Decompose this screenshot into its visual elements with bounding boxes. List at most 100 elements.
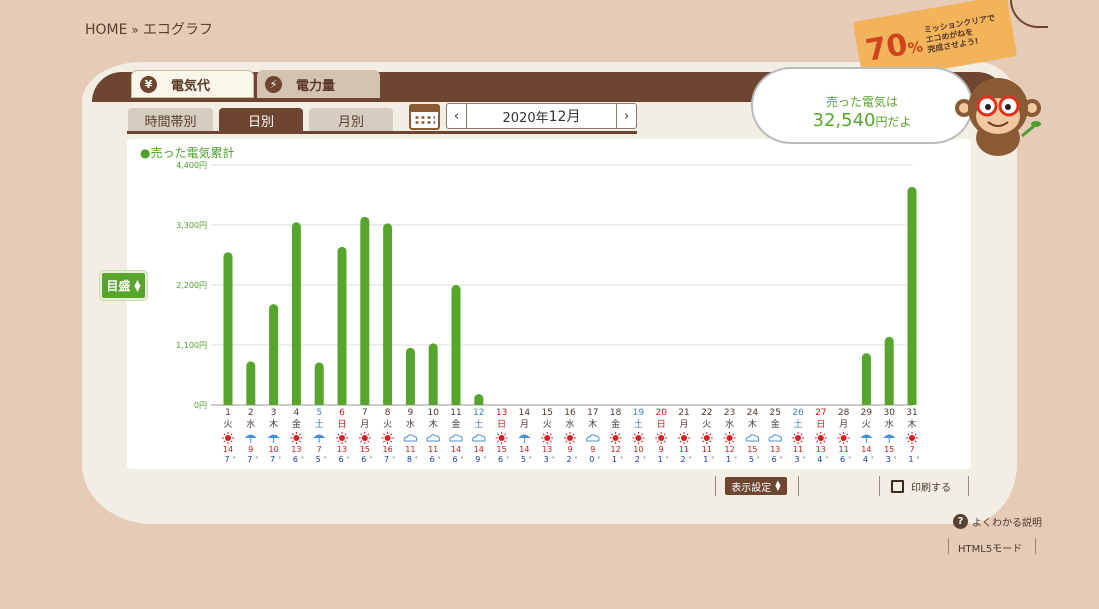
bar-base	[291, 400, 301, 405]
degree-sign: °	[643, 456, 646, 463]
umbrella-icon	[883, 434, 896, 438]
sun-icon	[909, 435, 915, 441]
bar-base	[246, 400, 256, 405]
temp-high: 13	[770, 445, 780, 454]
current-year: 2020年	[502, 110, 549, 126]
subtab-underline	[127, 131, 637, 134]
temp-low: 7	[224, 455, 229, 464]
temp-low: 7	[247, 455, 252, 464]
day-label: 27	[815, 408, 826, 418]
bar-base	[405, 400, 415, 405]
sun-ray	[702, 433, 705, 436]
breadcrumb-current: エコグラフ	[142, 22, 213, 38]
temp-high: 12	[611, 445, 621, 454]
breadcrumb-home[interactable]: HOME	[85, 22, 127, 38]
sun-ray	[223, 433, 226, 436]
umbrella-icon	[244, 434, 257, 438]
bar-base	[269, 400, 279, 405]
temp-high: 14	[223, 445, 233, 454]
help-link[interactable]: ? よくわかる説明	[953, 514, 1042, 529]
y-tick-label: 4,400円	[176, 161, 207, 170]
sun-ray	[702, 440, 705, 443]
toolbar-divider	[879, 476, 880, 496]
bar	[246, 361, 256, 405]
display-settings-label: 表示設定	[731, 482, 772, 494]
footer-divider	[1035, 538, 1036, 554]
day-label: 2	[248, 408, 254, 418]
temp-low: 6	[498, 455, 503, 464]
temp-low: 6	[772, 455, 777, 464]
sun-ray	[732, 433, 735, 436]
sun-icon	[544, 435, 551, 441]
weekday-label: 月	[679, 419, 688, 430]
sun-ray	[907, 440, 910, 443]
umbrella-icon	[313, 434, 326, 438]
print-button[interactable]: 印刷する	[891, 479, 951, 494]
calendar-icon[interactable]	[409, 104, 440, 130]
weekday-label: 日	[816, 419, 825, 430]
sun-icon	[225, 435, 231, 441]
sun-icon	[840, 435, 847, 441]
day-label: 17	[587, 408, 598, 418]
degree-sign: °	[780, 456, 783, 463]
sun-ray	[732, 440, 735, 443]
subtab-monthly[interactable]: 月別	[309, 108, 393, 132]
bar-base	[360, 400, 370, 405]
help-icon: ?	[953, 514, 968, 529]
degree-sign: °	[825, 456, 828, 463]
temp-high: 7	[317, 445, 322, 454]
subtab-hourly[interactable]: 時間帯別	[128, 108, 213, 132]
weekday-label: 木	[429, 418, 438, 430]
temp-low: 2	[635, 455, 640, 464]
bar	[405, 347, 415, 405]
degree-sign: °	[848, 456, 851, 463]
toolbar-divider	[798, 476, 799, 496]
day-label: 14	[519, 408, 531, 418]
weekday-label: 土	[634, 418, 643, 430]
sun-icon	[361, 435, 368, 441]
sun-icon	[703, 435, 710, 441]
sun-ray	[497, 440, 500, 443]
scale-button[interactable]: 目盛 ▲ ▼	[100, 271, 147, 300]
temp-high: 11	[405, 445, 415, 454]
degree-sign: °	[483, 456, 486, 463]
tab-electricity-cost[interactable]: ¥ 電気代	[131, 70, 254, 98]
bar	[907, 186, 917, 405]
lightning-icon: ⚡	[265, 75, 282, 93]
umbrella-icon	[267, 434, 280, 438]
sun-ray	[823, 433, 826, 436]
mission-percent: 70%	[863, 24, 925, 69]
temp-high: 13	[337, 445, 347, 454]
temp-low: 1	[658, 455, 663, 464]
degree-sign: °	[278, 456, 281, 463]
sort-arrows-icon: ▲ ▼	[134, 277, 141, 293]
degree-sign: °	[438, 456, 441, 463]
temp-high: 11	[839, 445, 849, 454]
degree-sign: °	[666, 456, 669, 463]
subtab-daily[interactable]: 日別	[219, 108, 303, 132]
toolbar-divider	[968, 476, 969, 496]
cloud-icon	[449, 434, 463, 442]
day-label: 22	[701, 408, 712, 418]
tab-power-amount[interactable]: ⚡ 電力量	[257, 70, 380, 98]
prev-month-button[interactable]: ‹	[447, 104, 467, 128]
sun-icon	[384, 435, 391, 441]
temp-low: 9	[475, 455, 480, 464]
degree-sign: °	[529, 456, 532, 463]
html5-mode-link[interactable]: HTML5モード	[958, 540, 1022, 555]
degree-sign: °	[871, 456, 874, 463]
degree-sign: °	[255, 456, 258, 463]
weekday-label: 火	[383, 419, 392, 430]
weekday-label: 火	[862, 419, 871, 430]
sun-ray	[565, 440, 568, 443]
day-label: 10	[427, 408, 439, 418]
sun-icon	[658, 435, 665, 441]
day-label: 15	[541, 408, 552, 418]
current-month: 2020年 12月	[467, 104, 616, 128]
temp-low: 3	[794, 455, 799, 464]
next-month-button[interactable]: ›	[616, 104, 636, 128]
day-label: 23	[724, 408, 735, 418]
display-settings-button[interactable]: 表示設定 ▲ ▼	[725, 477, 787, 495]
temp-high: 13	[542, 445, 552, 454]
temp-high: 14	[474, 445, 484, 454]
